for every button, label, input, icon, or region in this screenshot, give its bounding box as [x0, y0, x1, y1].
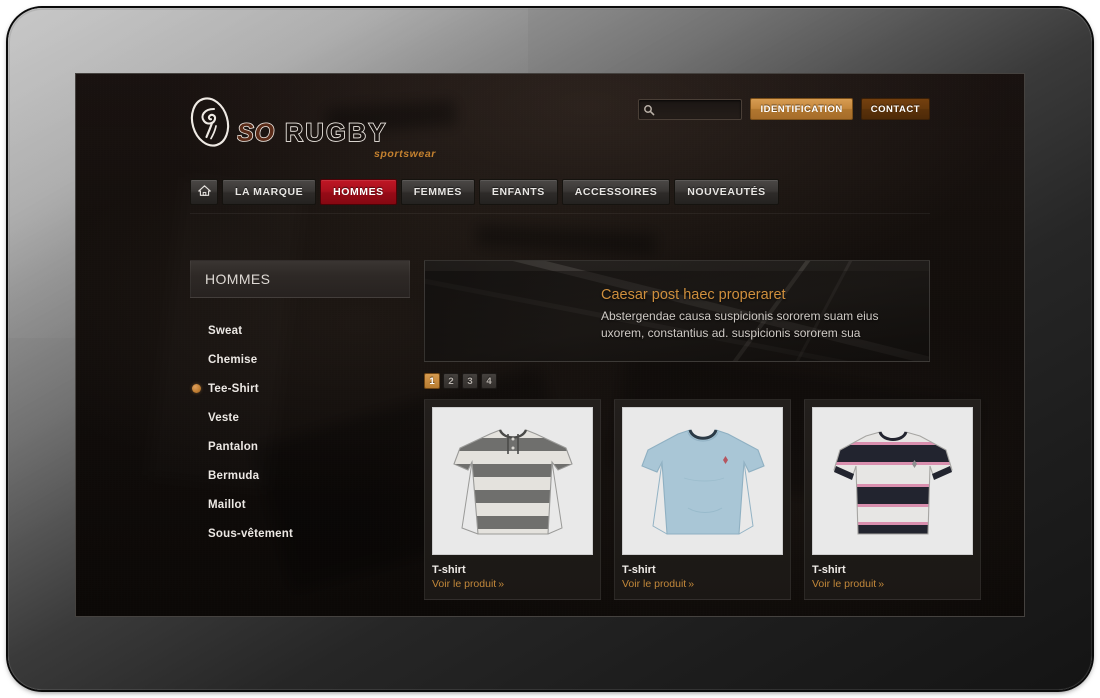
- page: SO RUGBY sportswear IDENTIFICATION CONTA…: [76, 74, 1024, 616]
- sidebar-item-label: Veste: [208, 411, 240, 424]
- sidebar-item-label: Sous-vêtement: [208, 527, 294, 540]
- site-header: SO RUGBY sportswear IDENTIFICATION CONTA…: [190, 74, 930, 180]
- sidebar-item-pantalon[interactable]: Pantalon: [190, 432, 410, 461]
- pagination-page-2[interactable]: 2: [443, 373, 459, 389]
- chevron-right-icon: »: [498, 578, 505, 590]
- main-navigation: LA MARQUE HOMMES FEMMES ENFANTS ACCESSOI…: [190, 179, 930, 214]
- product-title: T-shirt: [812, 564, 846, 576]
- sidebar-category-list: Sweat Chemise Tee-Shirt Veste Pantalon B…: [190, 316, 410, 548]
- page-container: SO RUGBY sportswear IDENTIFICATION CONTA…: [190, 74, 981, 600]
- nav-item-la-marque[interactable]: LA MARQUE: [222, 179, 317, 205]
- search-box[interactable]: [638, 98, 743, 120]
- sidebar-item-bermuda[interactable]: Bermuda: [190, 461, 410, 490]
- sidebar-item-sous-vetement[interactable]: Sous-vêtement: [190, 519, 410, 548]
- sidebar-heading: HOMMES: [190, 260, 410, 298]
- home-icon: [197, 184, 212, 200]
- sidebar-item-label: Sweat: [208, 324, 243, 337]
- sidebar-item-label: Bermuda: [208, 469, 260, 482]
- pagination-page-3[interactable]: 3: [462, 373, 478, 389]
- product-image-light-blue-crewneck: [622, 407, 783, 555]
- header-tools: IDENTIFICATION CONTACT: [638, 98, 930, 120]
- product-link[interactable]: Voir le produit»: [622, 578, 783, 590]
- product-link-label: Voir le produit: [622, 578, 687, 590]
- nav-item-nouveautes[interactable]: NOUVEAUTÉS: [674, 179, 779, 205]
- sidebar-item-label: Chemise: [208, 353, 258, 366]
- website-viewport: SO RUGBY sportswear IDENTIFICATION CONTA…: [76, 74, 1024, 616]
- rugby-ball-swirl-icon: [190, 96, 230, 148]
- chevron-right-icon: »: [688, 578, 695, 590]
- product-card[interactable]: T-shirt Voir le produit»: [614, 399, 791, 600]
- product-image-navy-striped-tee: [812, 407, 973, 555]
- logo-tagline: sportswear: [373, 148, 436, 160]
- sidebar-item-label: Maillot: [208, 498, 246, 511]
- logo-wordmark: SO RUGBY sportswear: [237, 118, 437, 160]
- product-title: T-shirt: [622, 564, 656, 576]
- sidebar: HOMMES Sweat Chemise Tee-Shirt Veste Pan…: [190, 260, 410, 600]
- nav-item-enfants[interactable]: ENFANTS: [478, 179, 558, 205]
- product-title: T-shirt: [432, 564, 466, 576]
- identification-button[interactable]: IDENTIFICATION: [750, 98, 853, 120]
- product-link-label: Voir le produit: [812, 578, 877, 590]
- product-link[interactable]: Voir le produit»: [812, 578, 973, 590]
- pagination-page-4[interactable]: 4: [481, 373, 497, 389]
- product-grid: T-shirt Voir le produit» T-shirt Voir le…: [424, 399, 981, 600]
- nav-item-femmes[interactable]: FEMMES: [400, 179, 475, 205]
- logo-word-so-rugby: SO RUGBY: [237, 118, 388, 148]
- banner-title: Caesar post haec properaret: [601, 287, 786, 303]
- banner-pagination: 1 2 3 4: [424, 373, 930, 389]
- sidebar-item-maillot[interactable]: Maillot: [190, 490, 410, 519]
- chevron-right-icon: »: [878, 578, 885, 590]
- sidebar-item-sweat[interactable]: Sweat: [190, 316, 410, 345]
- product-image-striped-gray-henley: [432, 407, 593, 555]
- sidebar-item-tee-shirt[interactable]: Tee-Shirt: [190, 374, 410, 403]
- main-content: Caesar post haec properaret Abstergendae…: [424, 260, 981, 600]
- pagination-page-1[interactable]: 1: [424, 373, 440, 389]
- nav-item-home[interactable]: [190, 179, 218, 205]
- product-card[interactable]: T-shirt Voir le produit»: [424, 399, 601, 600]
- sidebar-item-label: Pantalon: [208, 440, 259, 453]
- search-icon: [643, 103, 655, 115]
- banner-text: Caesar post haec properaret Abstergendae…: [601, 287, 913, 342]
- tablet-device: SO RUGBY sportswear IDENTIFICATION CONTA…: [8, 8, 1092, 690]
- product-card[interactable]: T-shirt Voir le produit»: [804, 399, 981, 600]
- nav-divider: [190, 213, 930, 214]
- svg-text:SO: SO: [237, 119, 275, 147]
- tablet-screen: SO RUGBY sportswear IDENTIFICATION CONTA…: [76, 74, 1024, 616]
- contact-button[interactable]: CONTACT: [860, 98, 930, 120]
- sidebar-item-chemise[interactable]: Chemise: [190, 345, 410, 374]
- site-logo[interactable]: SO RUGBY sportswear: [190, 96, 437, 160]
- promo-banner[interactable]: Caesar post haec properaret Abstergendae…: [424, 260, 930, 362]
- sidebar-item-label: Tee-Shirt: [208, 382, 259, 395]
- page-body: HOMMES Sweat Chemise Tee-Shirt Veste Pan…: [190, 260, 981, 600]
- product-link-label: Voir le produit: [432, 578, 497, 590]
- banner-paragraph-line-1: Abstergendae causa suspicionis sororem s…: [601, 309, 879, 323]
- bullet-icon: [192, 384, 201, 393]
- product-link[interactable]: Voir le produit»: [432, 578, 593, 590]
- search-input[interactable]: [657, 99, 738, 119]
- svg-text:RUGBY: RUGBY: [285, 119, 388, 147]
- nav-item-accessoires[interactable]: ACCESSOIRES: [561, 179, 671, 205]
- nav-item-hommes[interactable]: HOMMES: [320, 179, 397, 205]
- sidebar-item-veste[interactable]: Veste: [190, 403, 410, 432]
- banner-paragraph-line-2: uxorem, constantius ad. suspicionis soro…: [601, 326, 861, 340]
